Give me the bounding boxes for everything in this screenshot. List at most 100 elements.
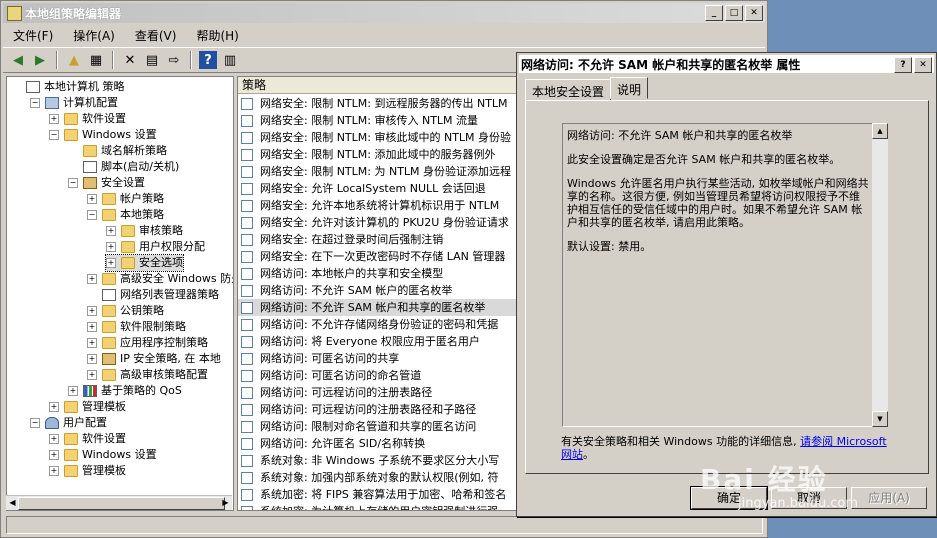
tree-item[interactable]: − 安全设置 [68, 175, 145, 191]
show-hide-tree-icon[interactable]: ▦ [87, 51, 105, 69]
scroll-right-icon[interactable]: ▶ [220, 497, 231, 508]
tree-item[interactable]: − 用户配置 [30, 415, 107, 431]
policy-row[interactable]: 网络访问: 可远程访问的注册表路径 [238, 384, 520, 401]
help-icon[interactable]: ? [199, 51, 217, 69]
policy-row[interactable]: 网络安全: 限制 NTLM: 为 NTLM 身份验证添加远程 [238, 163, 520, 180]
expand-icon[interactable]: + [87, 338, 97, 348]
expand-icon[interactable]: + [87, 194, 97, 204]
apply-button[interactable]: 应用(A) [851, 487, 927, 509]
tab-explain[interactable]: 说明 [610, 77, 649, 99]
tree-item[interactable]: + 管理模板 [49, 399, 126, 415]
scroll-left-icon[interactable]: ◀ [7, 497, 18, 508]
scroll-down-icon[interactable]: ▼ [872, 411, 888, 427]
policy-row[interactable]: 系统加密: 为计算机上存储的用户密钥强制进行强 [238, 503, 520, 510]
policy-row[interactable]: 网络安全: 限制 NTLM: 添加此域中的服务器例外 [238, 146, 520, 163]
expand-icon[interactable]: + [49, 402, 59, 412]
extended-view-icon[interactable]: ▥ [221, 51, 239, 69]
tree-item[interactable]: + Windows 设置 [49, 447, 157, 463]
collapse-icon[interactable]: − [87, 210, 97, 220]
policy-row[interactable]: 网络访问: 可远程访问的注册表路径和子路径 [238, 401, 520, 418]
expand-icon[interactable]: + [106, 226, 116, 236]
menu-file[interactable]: 文件(F) [3, 27, 63, 44]
collapse-icon[interactable]: − [30, 98, 40, 108]
maximize-button[interactable]: □ [725, 5, 743, 21]
description-scrollbar[interactable]: ▲ ▼ [872, 123, 888, 427]
expand-icon[interactable]: + [106, 242, 116, 252]
tab-local-security-setting[interactable]: 本地安全设置 [525, 79, 612, 101]
policy-row[interactable]: 网络安全: 在超过登录时间后强制注销 [238, 231, 520, 248]
column-header-policy[interactable]: 策略 [238, 77, 520, 94]
tree-item[interactable]: 域名解析策略 [68, 143, 167, 159]
tree-item[interactable]: + 帐户策略 [87, 191, 164, 207]
expand-icon[interactable]: + [68, 386, 78, 396]
expand-icon[interactable]: + [87, 322, 97, 332]
tree-item[interactable]: + 高级审核策略配置 [87, 367, 208, 383]
tree-item[interactable]: + 软件设置 [49, 431, 126, 447]
dialog-close-button[interactable]: ✕ [914, 57, 932, 73]
policy-row[interactable]: 网络访问: 可匿名访问的命名管道 [238, 367, 520, 384]
policy-row[interactable]: 网络访问: 不允许存储网络身份验证的密码和凭据 [238, 316, 520, 333]
policy-row[interactable]: 网络访问: 不允许 SAM 帐户和共享的匿名枚举 [238, 299, 520, 316]
policy-row[interactable]: 系统对象: 加强内部系统对象的默认权限(例如, 符 [238, 469, 520, 486]
scroll-up-icon[interactable]: ▲ [872, 123, 888, 139]
tree-item[interactable]: 脚本(启动/关机) [68, 159, 179, 175]
policy-row[interactable]: 网络安全: 限制 NTLM: 审核传入 NTLM 流量 [238, 112, 520, 129]
description-text[interactable]: 网络访问: 不允许 SAM 帐户和共享的匿名枚举 此安全设置确定是否允许 SAM… [562, 123, 875, 427]
policy-row[interactable]: 网络访问: 不允许 SAM 帐户的匿名枚举 [238, 282, 520, 299]
back-arrow-icon[interactable]: ◀ [9, 51, 27, 69]
policy-row[interactable]: 网络访问: 限制对命名管道和共享的匿名访问 [238, 418, 520, 435]
tree-item[interactable]: 网络列表管理器策略 [87, 287, 219, 303]
expand-icon[interactable]: + [106, 258, 116, 268]
tree-item[interactable]: + 用户权限分配 [106, 239, 205, 255]
policy-row[interactable]: 网络安全: 允许 LocalSystem NULL 会话回退 [238, 180, 520, 197]
expand-icon[interactable]: + [49, 466, 59, 476]
tree-item[interactable]: − 计算机配置 [30, 95, 118, 111]
policy-row[interactable]: 网络访问: 允许匿名 SID/名称转换 [238, 435, 520, 452]
dialog-title-bar[interactable]: 网络访问: 不允许 SAM 帐户和共享的匿名枚举 属性 ? ✕ [519, 55, 934, 73]
menu-view[interactable]: 查看(V) [125, 27, 187, 44]
collapse-icon[interactable]: − [68, 178, 78, 188]
expand-icon[interactable]: + [87, 354, 97, 364]
menu-action[interactable]: 操作(A) [63, 27, 125, 44]
collapse-icon[interactable]: − [30, 418, 40, 428]
tree-item[interactable]: + 高级安全 Windows 防火 [87, 271, 233, 287]
export-list-icon[interactable]: ⇨ [165, 51, 183, 69]
tree-item[interactable]: + 管理模板 [49, 463, 126, 479]
minimize-button[interactable]: _ [705, 5, 723, 21]
policy-row[interactable]: 系统加密: 将 FIPS 兼容算法用于加密、哈希和签名 [238, 486, 520, 503]
policy-row[interactable]: 网络安全: 限制 NTLM: 到远程服务器的传出 NTLM [238, 95, 520, 112]
expand-icon[interactable]: + [87, 274, 97, 284]
tree-item[interactable]: + 基于策略的 QoS [68, 383, 182, 399]
policy-row[interactable]: 网络安全: 允许本地系统将计算机标识用于 NTLM [238, 197, 520, 214]
collapse-icon[interactable]: − [49, 130, 59, 140]
policy-row[interactable]: 网络安全: 允许对该计算机的 PKU2U 身份验证请求 [238, 214, 520, 231]
tree-item[interactable]: + IP 安全策略, 在 本地 [87, 351, 221, 367]
tree-horizontal-scrollbar[interactable]: ◀ ▶ [6, 495, 232, 510]
tree-item[interactable]: + 公钥策略 [87, 303, 164, 319]
scroll-thumb[interactable] [18, 497, 225, 510]
tree-item[interactable]: − Windows 设置 [49, 127, 157, 143]
properties-icon[interactable]: ▤ [143, 51, 161, 69]
tree-item[interactable]: + 软件设置 [49, 111, 126, 127]
tree-item[interactable]: + 软件限制策略 [87, 319, 186, 335]
policy-row[interactable]: 网络访问: 可匿名访问的共享 [238, 350, 520, 367]
close-button[interactable]: ✕ [745, 5, 763, 21]
expand-icon[interactable]: + [87, 306, 97, 316]
policy-row[interactable]: 系统对象: 非 Windows 子系统不要求区分大小写 [238, 452, 520, 469]
policy-row[interactable]: 网络访问: 将 Everyone 权限应用于匿名用户 [238, 333, 520, 350]
policy-row[interactable]: 网络访问: 本地帐户的共享和安全模型 [238, 265, 520, 282]
policy-row[interactable]: 网络安全: 在下一次更改密码时不存储 LAN 管理器 [238, 248, 520, 265]
policy-row[interactable]: 网络安全: 限制 NTLM: 审核此域中的 NTLM 身份验 [238, 129, 520, 146]
delete-icon[interactable]: ✕ [121, 51, 139, 69]
main-title-bar[interactable]: 本地组策略编辑器 _ □ ✕ [3, 3, 765, 23]
tree-item[interactable]: 本地计算机 策略 [11, 79, 125, 95]
menu-help[interactable]: 帮助(H) [186, 27, 248, 44]
dialog-help-button[interactable]: ? [894, 57, 912, 73]
expand-icon[interactable]: + [49, 434, 59, 444]
expand-icon[interactable]: + [49, 450, 59, 460]
expand-icon[interactable]: + [49, 114, 59, 124]
tree-item[interactable]: + 应用程序控制策略 [87, 335, 208, 351]
console-tree[interactable]: 本地计算机 策略 − 计算机配置 + 软件设置 − Windows 设置 域名解析策略 脚本(启… [6, 76, 234, 511]
tree-item[interactable]: − 本地策略 [87, 207, 164, 223]
expand-icon[interactable]: + [87, 370, 97, 380]
